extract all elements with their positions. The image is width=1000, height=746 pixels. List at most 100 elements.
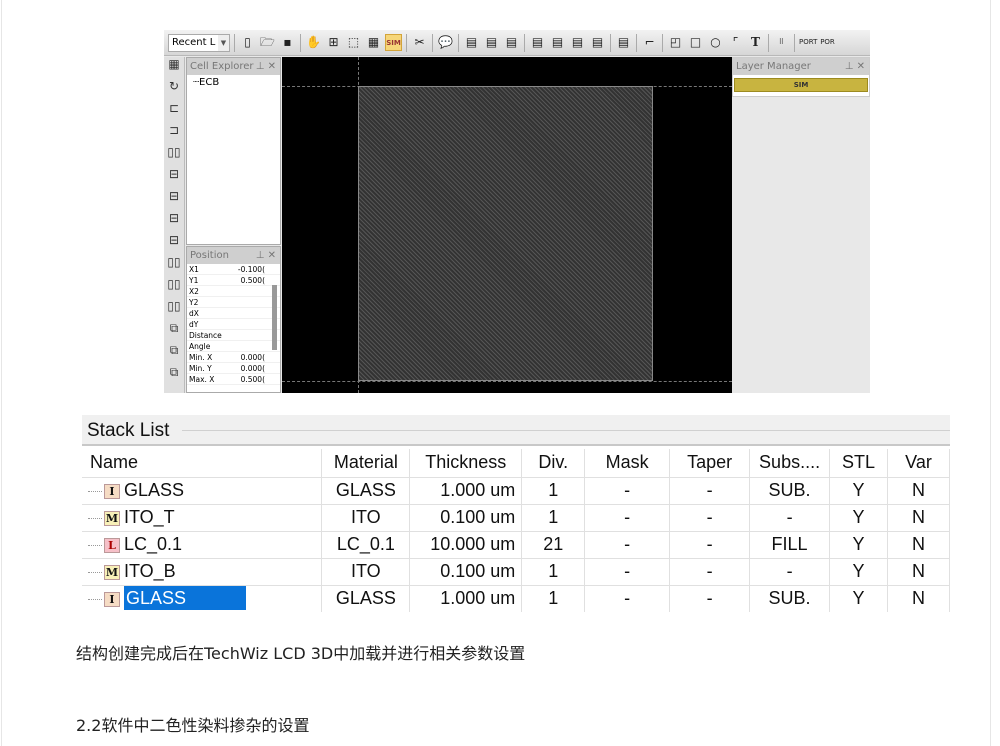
pin-close-icon[interactable]: ⊥ ✕ — [256, 58, 276, 75]
zoom-view-icon[interactable]: ▤ — [483, 34, 500, 51]
window2-icon[interactable]: ▤ — [529, 34, 546, 51]
window-icon[interactable]: ▤ — [503, 34, 520, 51]
port-icon[interactable]: PORT — [799, 34, 817, 51]
cell-thickness[interactable]: 0.100 um — [409, 503, 523, 531]
cell-taper[interactable]: - — [669, 584, 751, 612]
cell-material[interactable]: ITO — [321, 557, 411, 585]
scrollbar[interactable] — [272, 285, 277, 350]
intersect-icon[interactable]: ⧉ — [164, 343, 184, 365]
calendar-icon[interactable]: ▦ — [164, 57, 184, 79]
align-icon[interactable]: ⊟ — [164, 233, 184, 255]
align-icon[interactable]: ⊟ — [164, 211, 184, 233]
distribute-icon[interactable]: ▯▯ — [164, 255, 184, 277]
column-header[interactable]: Var — [887, 449, 950, 477]
cell-material[interactable]: GLASS — [321, 584, 411, 612]
cell-var[interactable]: N — [887, 503, 950, 531]
array-icon[interactable]: ⠿ — [773, 34, 790, 51]
port2-icon[interactable]: POR — [819, 34, 836, 51]
cell-mask[interactable]: - — [584, 503, 671, 531]
column-header[interactable]: Div. — [521, 449, 586, 477]
save-icon[interactable]: ▪ — [279, 34, 296, 51]
cell-mask[interactable]: - — [584, 557, 671, 585]
column-header[interactable]: Material — [321, 449, 411, 477]
cell-div[interactable]: 21 — [521, 530, 586, 558]
polyline-icon[interactable]: ⌐ — [641, 34, 658, 51]
subtract-icon[interactable]: ⧉ — [164, 365, 184, 387]
circle-icon[interactable]: ○ — [707, 34, 724, 51]
align-icon[interactable]: ⊏ — [164, 101, 184, 123]
cell-taper[interactable]: - — [669, 530, 751, 558]
align-icon[interactable]: ⊟ — [164, 167, 184, 189]
cell-var[interactable]: N — [887, 584, 950, 612]
rotate-icon[interactable]: ↻ — [164, 79, 184, 101]
arc-icon[interactable]: ⌜ — [727, 34, 744, 51]
layout-icon[interactable]: ▤ — [615, 34, 632, 51]
cell-var[interactable]: N — [887, 557, 950, 585]
tools-icon[interactable]: ✂ — [411, 34, 428, 51]
table-row[interactable]: M ITO_B ITO 0.100 um 1 - - - Y N — [82, 557, 950, 585]
table-row[interactable]: I GLASS GLASS 1.000 um 1 - - SUB. Y N — [82, 584, 950, 612]
sim-icon[interactable]: SIM — [385, 34, 402, 51]
cell-material[interactable]: LC_0.1 — [321, 530, 411, 558]
union-icon[interactable]: ⧉ — [164, 321, 184, 343]
cell-name[interactable]: I GLASS — [82, 476, 323, 504]
cell-var[interactable]: N — [887, 530, 950, 558]
cell-taper[interactable]: - — [669, 503, 751, 531]
cell-name[interactable]: M ITO_T — [82, 503, 323, 531]
cell-div[interactable]: 1 — [521, 584, 586, 612]
cell-thickness[interactable]: 10.000 um — [409, 530, 523, 558]
cell-subs[interactable]: SUB. — [749, 476, 831, 504]
table-row[interactable]: L LC_0.1 LC_0.1 10.000 um 21 - - FILL Y N — [82, 530, 950, 558]
column-header[interactable]: Subs.... — [749, 449, 831, 477]
cell-subs[interactable]: - — [749, 503, 831, 531]
new-file-icon[interactable]: ▯ — [239, 34, 256, 51]
column-header[interactable]: Mask — [584, 449, 671, 477]
cell-material[interactable]: ITO — [321, 503, 411, 531]
layout-canvas[interactable] — [282, 57, 732, 393]
grid-icon[interactable]: ▦ — [365, 34, 382, 51]
cell-mask[interactable]: - — [584, 584, 671, 612]
layer-sim[interactable]: SIM — [734, 78, 868, 92]
cell-thickness[interactable]: 1.000 um — [409, 476, 523, 504]
hand-pan-icon[interactable]: ✋ — [305, 34, 322, 51]
zoom-fit-icon[interactable]: ⊞ — [325, 34, 342, 51]
cell-taper[interactable]: - — [669, 557, 751, 585]
chevron-down-icon[interactable]: ▼ — [218, 34, 229, 51]
cell-subs[interactable]: SUB. — [749, 584, 831, 612]
cell-name[interactable]: M ITO_B — [82, 557, 323, 585]
cell-thickness[interactable]: 1.000 um — [409, 584, 523, 612]
align-icon[interactable]: ⊟ — [164, 189, 184, 211]
recent-combo[interactable]: Recent L ▼ — [168, 33, 230, 52]
polygon-icon[interactable]: ◰ — [667, 34, 684, 51]
cell-div[interactable]: 1 — [521, 557, 586, 585]
cell-var[interactable]: N — [887, 476, 950, 504]
cell-name[interactable]: L LC_0.1 — [82, 530, 323, 558]
column-header[interactable]: STL — [829, 449, 888, 477]
distribute-icon[interactable]: ▯▯ — [164, 145, 184, 167]
cell-subs[interactable]: FILL — [749, 530, 831, 558]
window4-icon[interactable]: ▤ — [569, 34, 586, 51]
distribute-icon[interactable]: ▯▯ — [164, 277, 184, 299]
report-icon[interactable]: ▤ — [463, 34, 480, 51]
sim-region[interactable] — [358, 86, 653, 381]
rectangle-icon[interactable]: □ — [687, 34, 704, 51]
cell-subs[interactable]: - — [749, 557, 831, 585]
cell-name[interactable]: I GLASS — [82, 584, 323, 612]
help-icon[interactable]: 💬 — [437, 34, 454, 51]
select-icon[interactable]: ⬚ — [345, 34, 362, 51]
cell-stl[interactable]: Y — [829, 476, 888, 504]
table-row[interactable]: M ITO_T ITO 0.100 um 1 - - - Y N — [82, 503, 950, 531]
window5-icon[interactable]: ▤ — [589, 34, 606, 51]
align-icon[interactable]: ⊐ — [164, 123, 184, 145]
distribute-icon[interactable]: ▯▯ — [164, 299, 184, 321]
window3-icon[interactable]: ▤ — [549, 34, 566, 51]
cell-stl[interactable]: Y — [829, 584, 888, 612]
cell-thickness[interactable]: 0.100 um — [409, 557, 523, 585]
column-header[interactable]: Taper — [669, 449, 751, 477]
column-header[interactable]: Name — [82, 449, 323, 477]
cell-taper[interactable]: - — [669, 476, 751, 504]
open-folder-icon[interactable]: 🗁 — [259, 34, 276, 51]
pin-close-icon[interactable]: ⊥ ✕ — [845, 58, 865, 75]
cell-stl[interactable]: Y — [829, 530, 888, 558]
cell-mask[interactable]: - — [584, 476, 671, 504]
